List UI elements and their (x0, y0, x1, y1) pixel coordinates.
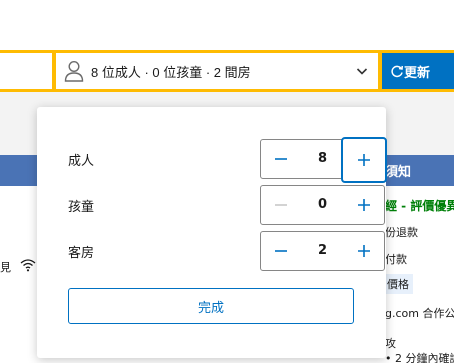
adults-decrease-button[interactable] (261, 140, 301, 178)
rooms-decrease-button[interactable] (261, 232, 301, 270)
rooms-label: 客房 (68, 246, 95, 261)
adults-count: 8 (317, 151, 328, 166)
adults-row: 成人 8 (68, 137, 387, 183)
refresh-icon (391, 65, 404, 78)
update-label: 更新 (404, 65, 431, 81)
payment-line: 付款 (385, 253, 407, 266)
occupancy-field[interactable]: 8 位成人 · 0 位孩童 · 2 間房 (56, 53, 378, 89)
adults-stepper: 8 (260, 137, 387, 183)
adults-label: 成人 (68, 154, 95, 169)
rating-line: 經 - 評價優異 (385, 199, 454, 213)
plus-icon (358, 199, 370, 211)
done-button[interactable]: 完成 (68, 288, 354, 324)
plus-icon (358, 154, 370, 166)
refund-line: 份退款 (385, 226, 418, 239)
rooms-increase-button[interactable] (344, 232, 384, 270)
rooms-stepper: 2 (260, 231, 385, 271)
wifi-icon (20, 259, 36, 272)
update-search-button[interactable]: 更新 (382, 53, 454, 89)
rooms-count: 2 (317, 243, 328, 258)
adults-increase-button[interactable] (341, 137, 387, 183)
facility-snippet: 見 (0, 261, 11, 274)
minus-icon (275, 158, 287, 160)
person-icon (64, 60, 84, 82)
minus-icon (275, 204, 287, 206)
children-decrease-button[interactable] (261, 186, 301, 224)
date-field[interactable] (0, 53, 52, 89)
price-badge: 價格 (383, 274, 413, 294)
notice-heading: 須知 (385, 165, 412, 180)
chevron-down-icon (356, 68, 368, 75)
more-line: 攻 (385, 337, 396, 350)
occupancy-summary: 8 位成人 · 0 位孩童 · 2 間房 (91, 64, 251, 80)
rooms-row: 客房 2 (68, 231, 385, 271)
occupancy-popup: 成人 8 孩童 0 客房 2 完成 (37, 107, 387, 358)
children-stepper: 0 (260, 185, 385, 225)
confirm-line: • 2 分鐘內確認 (385, 352, 454, 363)
plus-icon (358, 245, 370, 257)
children-count: 0 (317, 197, 328, 212)
partner-line: g.com 合作公司 (385, 307, 454, 320)
children-label: 孩童 (68, 200, 95, 215)
children-increase-button[interactable] (344, 186, 384, 224)
children-row: 孩童 0 (68, 185, 385, 225)
minus-icon (275, 250, 287, 252)
